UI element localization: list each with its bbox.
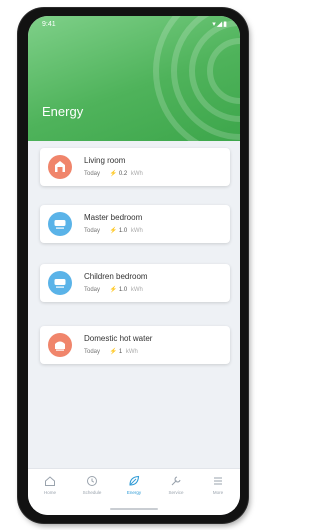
nav-label: Energy <box>126 490 142 495</box>
card-subtitle: Today ⚡ 1 kWh <box>84 348 138 355</box>
energy-card-living-room[interactable]: Living room Today ⚡ 0.2 kWh <box>40 148 230 186</box>
menu-icon <box>214 477 222 485</box>
status-icons: ▾◢▮ <box>212 21 228 28</box>
status-bar: 9:41 ▾◢▮ <box>28 16 240 32</box>
nav-energy[interactable]: Energy <box>116 475 152 495</box>
card-period: Today <box>84 171 101 177</box>
card-unit: kWh <box>130 228 143 234</box>
card-unit: kWh <box>130 287 143 293</box>
card-period: Today <box>84 349 101 355</box>
card-subtitle: Today ⚡ 0.2 kWh <box>84 170 143 177</box>
fireplace-icon <box>48 155 72 179</box>
energy-card-domestic-hot-water[interactable]: Domestic hot water Today ⚡ 1 kWh <box>40 326 230 364</box>
card-value: ⚡ 0.2 <box>109 171 128 177</box>
wrench-icon <box>171 476 181 486</box>
energy-card-master-bedroom[interactable]: Master bedroom Today ⚡ 1.0 kWh <box>40 205 230 243</box>
card-title: Living room <box>84 156 126 165</box>
nav-service[interactable]: Service <box>158 475 194 495</box>
nav-label: Home <box>43 490 56 495</box>
card-title: Domestic hot water <box>84 334 153 343</box>
energy-card-children-bedroom[interactable]: Children bedroom Today ⚡ 1.0 kWh <box>40 264 230 302</box>
card-title: Master bedroom <box>84 213 143 222</box>
nav-label: More <box>212 490 224 495</box>
air-conditioner-icon <box>48 271 72 295</box>
card-unit: kWh <box>130 171 143 177</box>
nav-label: Service <box>168 490 184 495</box>
card-period: Today <box>84 287 101 293</box>
wave-decoration <box>153 16 240 141</box>
card-value: ⚡ 1.0 <box>109 228 128 234</box>
card-subtitle: Today ⚡ 1.0 kWh <box>84 227 143 234</box>
card-title: Children bedroom <box>84 272 148 281</box>
water-heater-icon <box>48 333 72 357</box>
app-screen: 9:41 ▾◢▮ Energy Living room Today ⚡ 0.2 … <box>28 16 240 515</box>
card-unit: kWh <box>125 349 138 355</box>
nav-schedule[interactable]: Schedule <box>74 475 110 495</box>
card-value: ⚡ 1.0 <box>109 287 128 293</box>
nav-label: Schedule <box>82 490 102 495</box>
nav-more[interactable]: More <box>200 475 236 495</box>
card-period: Today <box>84 228 101 234</box>
home-indicator[interactable] <box>110 508 158 510</box>
energy-header: 9:41 ▾◢▮ Energy <box>28 16 240 141</box>
nav-home[interactable]: Home <box>32 475 68 495</box>
status-time: 9:41 <box>42 21 56 28</box>
air-conditioner-icon <box>48 212 72 236</box>
card-subtitle: Today ⚡ 1.0 kWh <box>84 286 143 293</box>
clock-icon <box>87 476 97 486</box>
page-title: Energy <box>42 104 84 119</box>
card-value: ⚡ 1 <box>109 349 123 355</box>
home-icon <box>45 476 55 486</box>
leaf-icon <box>129 475 140 486</box>
